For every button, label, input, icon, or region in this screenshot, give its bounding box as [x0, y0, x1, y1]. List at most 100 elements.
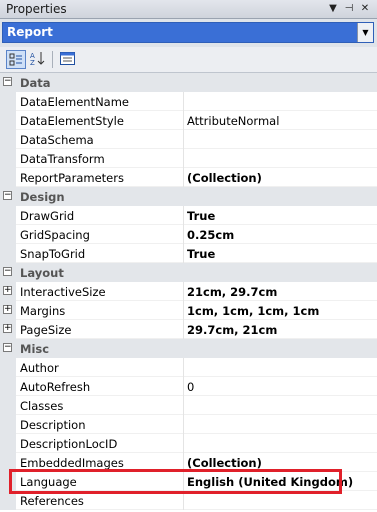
column-divider	[183, 282, 184, 301]
property-name: Author	[20, 361, 59, 375]
expand-icon[interactable]: +	[3, 286, 12, 295]
collapse-icon[interactable]: −	[3, 77, 12, 86]
category-design[interactable]: − Design	[0, 187, 377, 206]
property-row-autorefresh[interactable]: AutoRefresh 0	[0, 377, 377, 396]
property-value[interactable]: (Collection)	[187, 456, 262, 470]
properties-titlebar: Properties ▼ ⊣ ✕	[0, 0, 377, 19]
property-value[interactable]: 21cm, 29.7cm	[187, 285, 277, 299]
pin-icon[interactable]: ⊣	[342, 2, 356, 16]
property-value[interactable]: English (United Kingdom)	[187, 475, 353, 489]
collapse-icon[interactable]: −	[3, 343, 12, 352]
svg-text:Z: Z	[30, 59, 35, 66]
property-row-language[interactable]: Language English (United Kingdom)	[0, 472, 377, 491]
property-row-references[interactable]: References	[0, 491, 377, 510]
object-selector-row: Report ▼	[0, 19, 377, 47]
column-divider	[183, 396, 184, 415]
property-name: DataTransform	[20, 152, 105, 166]
property-row-margins[interactable]: + Margins 1cm, 1cm, 1cm, 1cm	[0, 301, 377, 320]
category-label: Data	[20, 76, 51, 90]
property-row-drawgrid[interactable]: DrawGrid True	[0, 206, 377, 225]
row-gutter	[0, 358, 16, 377]
expand-icon[interactable]: +	[3, 305, 12, 314]
row-gutter	[0, 491, 16, 510]
property-name: Margins	[20, 304, 66, 318]
column-divider	[183, 130, 184, 149]
window-title: Properties	[6, 2, 67, 16]
alphabetical-button[interactable]: A Z	[28, 50, 48, 69]
column-divider	[183, 301, 184, 320]
column-divider	[183, 168, 184, 187]
object-selector[interactable]: Report ▼	[2, 22, 374, 43]
property-name: DescriptionLocID	[20, 437, 118, 451]
categorized-button[interactable]	[6, 50, 26, 69]
categorized-icon	[9, 53, 22, 66]
chevron-down-icon[interactable]: ▼	[357, 23, 373, 42]
property-name: Classes	[20, 399, 64, 413]
category-label: Design	[20, 190, 65, 204]
row-gutter	[0, 244, 16, 263]
property-row-snaptogrid[interactable]: SnapToGrid True	[0, 244, 377, 263]
row-gutter	[0, 396, 16, 415]
row-gutter	[0, 206, 16, 225]
property-row-descriptionlocid[interactable]: DescriptionLocID	[0, 434, 377, 453]
property-value[interactable]: 0.25cm	[187, 228, 234, 242]
dropdown-icon[interactable]: ▼	[326, 2, 340, 16]
column-divider	[183, 225, 184, 244]
row-gutter	[0, 453, 16, 472]
close-icon[interactable]: ✕	[358, 2, 372, 16]
alphabetical-icon: A Z	[30, 52, 45, 67]
toolbar-separator	[52, 51, 53, 68]
property-name: ReportParameters	[20, 171, 124, 185]
property-row-classes[interactable]: Classes	[0, 396, 377, 415]
expand-icon[interactable]: +	[3, 324, 12, 333]
column-divider	[183, 491, 184, 510]
property-name: SnapToGrid	[20, 247, 86, 261]
property-value[interactable]: 1cm, 1cm, 1cm, 1cm	[187, 304, 319, 318]
property-row-dataelementstyle[interactable]: DataElementStyle AttributeNormal	[0, 111, 377, 130]
property-row-pagesize[interactable]: + PageSize 29.7cm, 21cm	[0, 320, 377, 339]
property-value[interactable]: AttributeNormal	[187, 114, 279, 128]
column-divider	[183, 453, 184, 472]
collapse-icon[interactable]: −	[3, 191, 12, 200]
column-divider	[183, 377, 184, 396]
property-row-gridspacing[interactable]: GridSpacing 0.25cm	[0, 225, 377, 244]
property-value[interactable]: 29.7cm, 21cm	[187, 323, 277, 337]
property-value[interactable]: True	[187, 209, 215, 223]
category-data[interactable]: − Data	[0, 73, 377, 92]
property-row-description[interactable]: Description	[0, 415, 377, 434]
row-gutter	[0, 168, 16, 187]
property-value[interactable]: 0	[187, 380, 194, 394]
property-name: AutoRefresh	[20, 380, 91, 394]
column-divider	[183, 320, 184, 339]
category-label: Layout	[20, 266, 64, 280]
category-misc[interactable]: − Misc	[0, 339, 377, 358]
category-layout[interactable]: − Layout	[0, 263, 377, 282]
collapse-icon[interactable]: −	[3, 267, 12, 276]
property-row-dataelementname[interactable]: DataElementName	[0, 92, 377, 111]
property-name: PageSize	[20, 323, 72, 337]
property-value[interactable]: True	[187, 247, 215, 261]
property-row-interactivesize[interactable]: + InteractiveSize 21cm, 29.7cm	[0, 282, 377, 301]
column-divider	[183, 149, 184, 168]
row-gutter	[0, 225, 16, 244]
column-divider	[183, 358, 184, 377]
column-divider	[183, 472, 184, 491]
row-gutter	[0, 130, 16, 149]
property-row-datatransform[interactable]: DataTransform	[0, 149, 377, 168]
property-row-author[interactable]: Author	[0, 358, 377, 377]
column-divider	[183, 244, 184, 263]
row-gutter	[0, 377, 16, 396]
property-row-embeddedimages[interactable]: EmbeddedImages (Collection)	[0, 453, 377, 472]
property-name: DataElementStyle	[20, 114, 124, 128]
property-row-reportparameters[interactable]: ReportParameters (Collection)	[0, 168, 377, 187]
property-grid: − Data DataElementName DataElementStyle Attr…	[0, 73, 377, 510]
property-row-dataschema[interactable]: DataSchema	[0, 130, 377, 149]
row-gutter	[0, 111, 16, 130]
object-selector-value: Report	[7, 25, 53, 39]
property-value[interactable]: (Collection)	[187, 171, 262, 185]
property-pages-button[interactable]	[57, 50, 77, 69]
column-divider	[183, 415, 184, 434]
row-gutter	[0, 472, 16, 491]
properties-toolbar: A Z	[0, 47, 377, 73]
column-divider	[183, 111, 184, 130]
